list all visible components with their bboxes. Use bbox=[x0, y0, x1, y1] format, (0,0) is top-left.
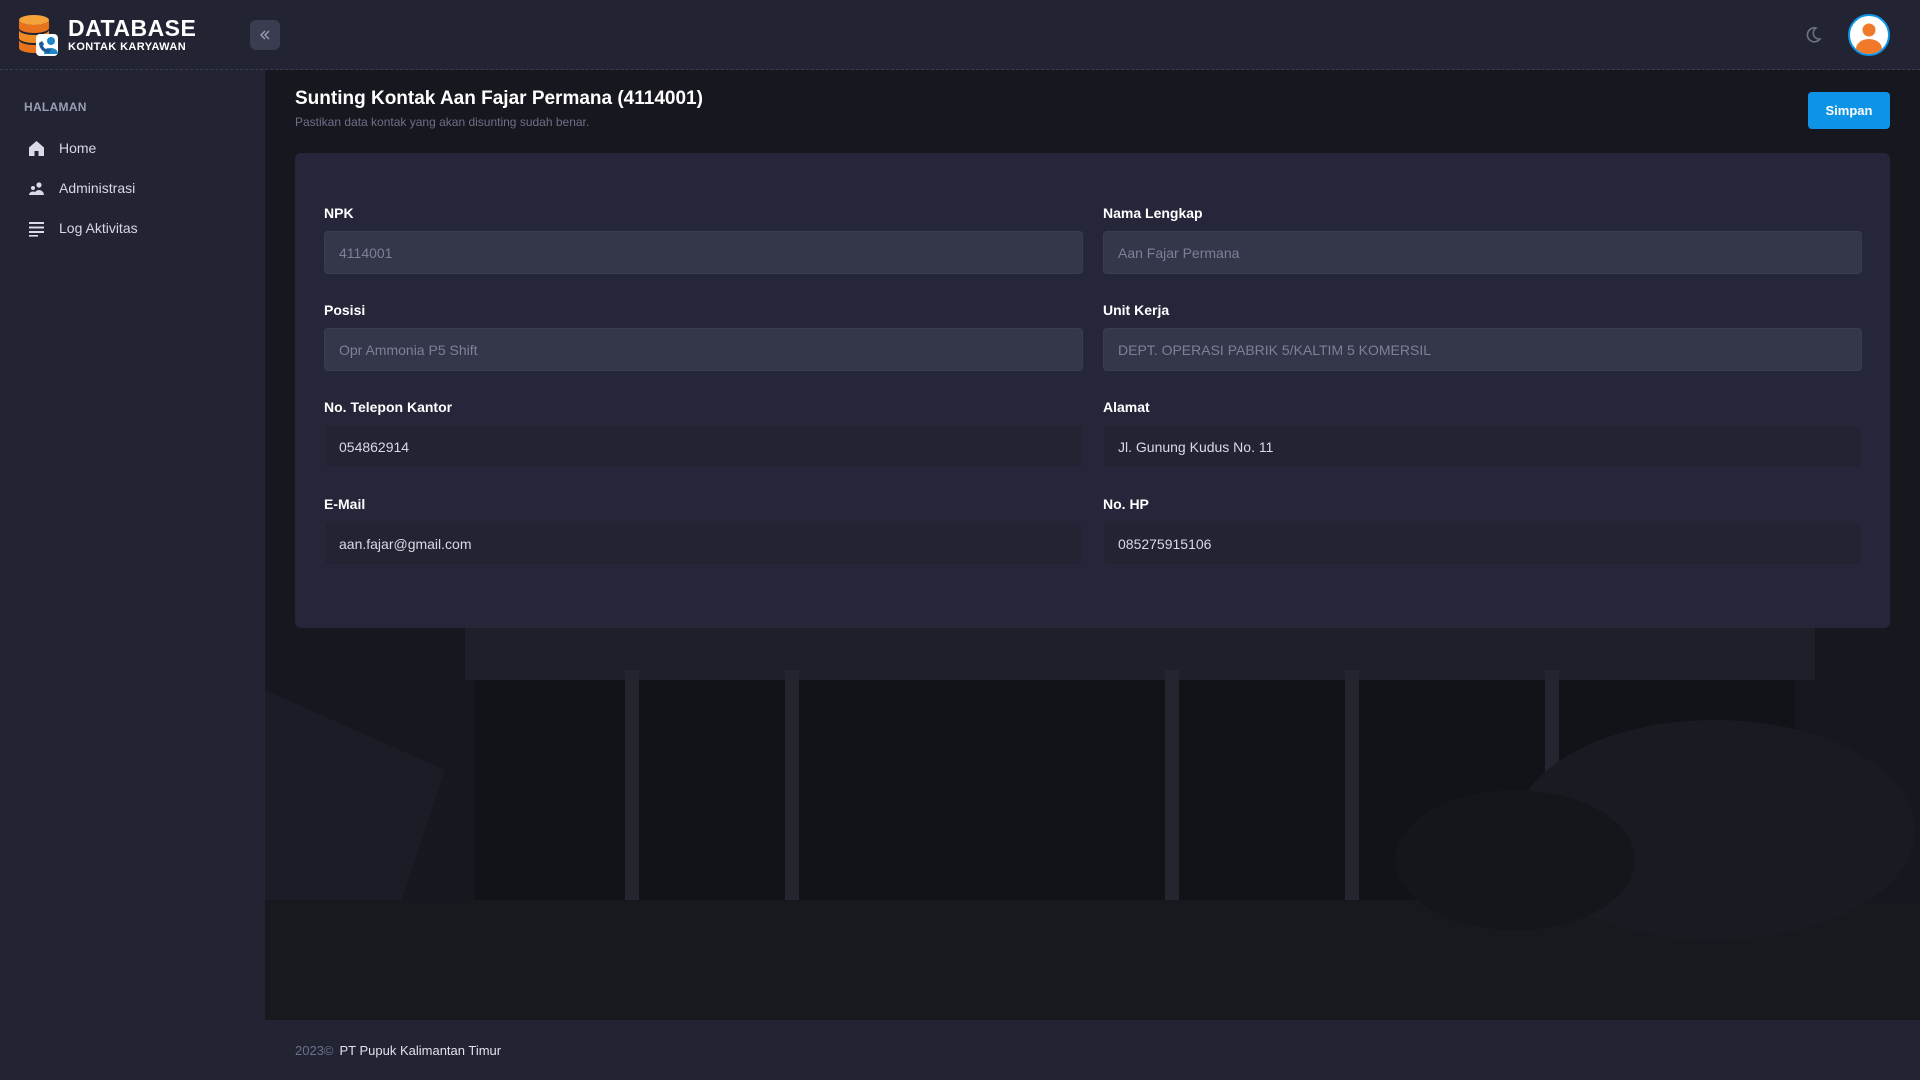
nama-label: Nama Lengkap bbox=[1103, 205, 1203, 221]
brand-subtitle: KONTAK KARYAWAN bbox=[68, 40, 187, 53]
top-header: DATABASE KONTAK KARYAWAN bbox=[0, 0, 1920, 70]
save-button[interactable]: Simpan bbox=[1808, 92, 1890, 129]
main-content: Sunting Kontak Aan Fajar Permana (411400… bbox=[265, 70, 1920, 1020]
footer-company-link[interactable]: PT Pupuk Kalimantan Timur bbox=[340, 1043, 502, 1058]
posisi-field-group: Posisi bbox=[324, 302, 1083, 399]
unit-field-group: Unit Kerja bbox=[1103, 302, 1862, 399]
chevrons-left-icon bbox=[260, 30, 270, 39]
sidebar-item-label: Home bbox=[59, 140, 97, 156]
telepon-field-group: No. Telepon Kantor bbox=[324, 399, 1083, 496]
database-logo-icon bbox=[18, 14, 60, 56]
alamat-input[interactable] bbox=[1103, 425, 1862, 468]
sidebar: HALAMAN Home Administrasi Log Aktivitas bbox=[0, 70, 265, 1080]
brand-title: DATABASE bbox=[68, 14, 197, 41]
moon-icon[interactable] bbox=[1802, 24, 1824, 46]
telepon-input[interactable] bbox=[324, 425, 1083, 468]
users-icon bbox=[27, 179, 45, 197]
user-avatar-icon[interactable] bbox=[1848, 14, 1890, 56]
collapse-sidebar-button[interactable] bbox=[250, 19, 280, 50]
page-subtitle: Pastikan data kontak yang akan disunting… bbox=[295, 115, 590, 129]
footer-year: 2023© bbox=[295, 1042, 334, 1058]
hp-input[interactable] bbox=[1103, 522, 1862, 565]
sidebar-item-administrasi[interactable]: Administrasi bbox=[0, 168, 265, 208]
npk-field-group: NPK bbox=[324, 205, 1083, 302]
sidebar-item-label: Administrasi bbox=[59, 180, 136, 196]
email-field-group: E-Mail bbox=[324, 496, 1083, 593]
hp-field-group: No. HP bbox=[1103, 496, 1862, 593]
nama-input[interactable] bbox=[1103, 231, 1862, 274]
nama-field-group: Nama Lengkap bbox=[1103, 205, 1862, 302]
email-input[interactable] bbox=[324, 522, 1083, 565]
page-title: Sunting Kontak Aan Fajar Permana (411400… bbox=[295, 88, 703, 109]
sidebar-heading: HALAMAN bbox=[24, 100, 87, 114]
edit-contact-form: NPK Nama Lengkap Posisi Unit Kerja No. T… bbox=[295, 153, 1890, 628]
unit-input[interactable] bbox=[1103, 328, 1862, 371]
sidebar-item-home[interactable]: Home bbox=[0, 128, 265, 168]
alamat-field-group: Alamat bbox=[1103, 399, 1862, 496]
sidebar-item-label: Log Aktivitas bbox=[59, 220, 138, 236]
unit-label: Unit Kerja bbox=[1103, 302, 1170, 318]
telepon-label: No. Telepon Kantor bbox=[324, 399, 453, 415]
footer: 2023© PT Pupuk Kalimantan Timur bbox=[265, 1020, 1920, 1080]
list-icon bbox=[27, 219, 45, 237]
npk-input[interactable] bbox=[324, 231, 1083, 274]
page-header: Sunting Kontak Aan Fajar Permana (411400… bbox=[295, 88, 703, 129]
sidebar-item-log-aktivitas[interactable]: Log Aktivitas bbox=[0, 208, 265, 248]
alamat-label: Alamat bbox=[1103, 399, 1150, 415]
posisi-input[interactable] bbox=[324, 328, 1083, 371]
email-label: E-Mail bbox=[324, 496, 366, 512]
brand[interactable]: DATABASE KONTAK KARYAWAN bbox=[0, 0, 265, 70]
posisi-label: Posisi bbox=[324, 302, 366, 318]
home-icon bbox=[27, 139, 45, 157]
hp-label: No. HP bbox=[1103, 496, 1149, 512]
npk-label: NPK bbox=[324, 205, 354, 221]
